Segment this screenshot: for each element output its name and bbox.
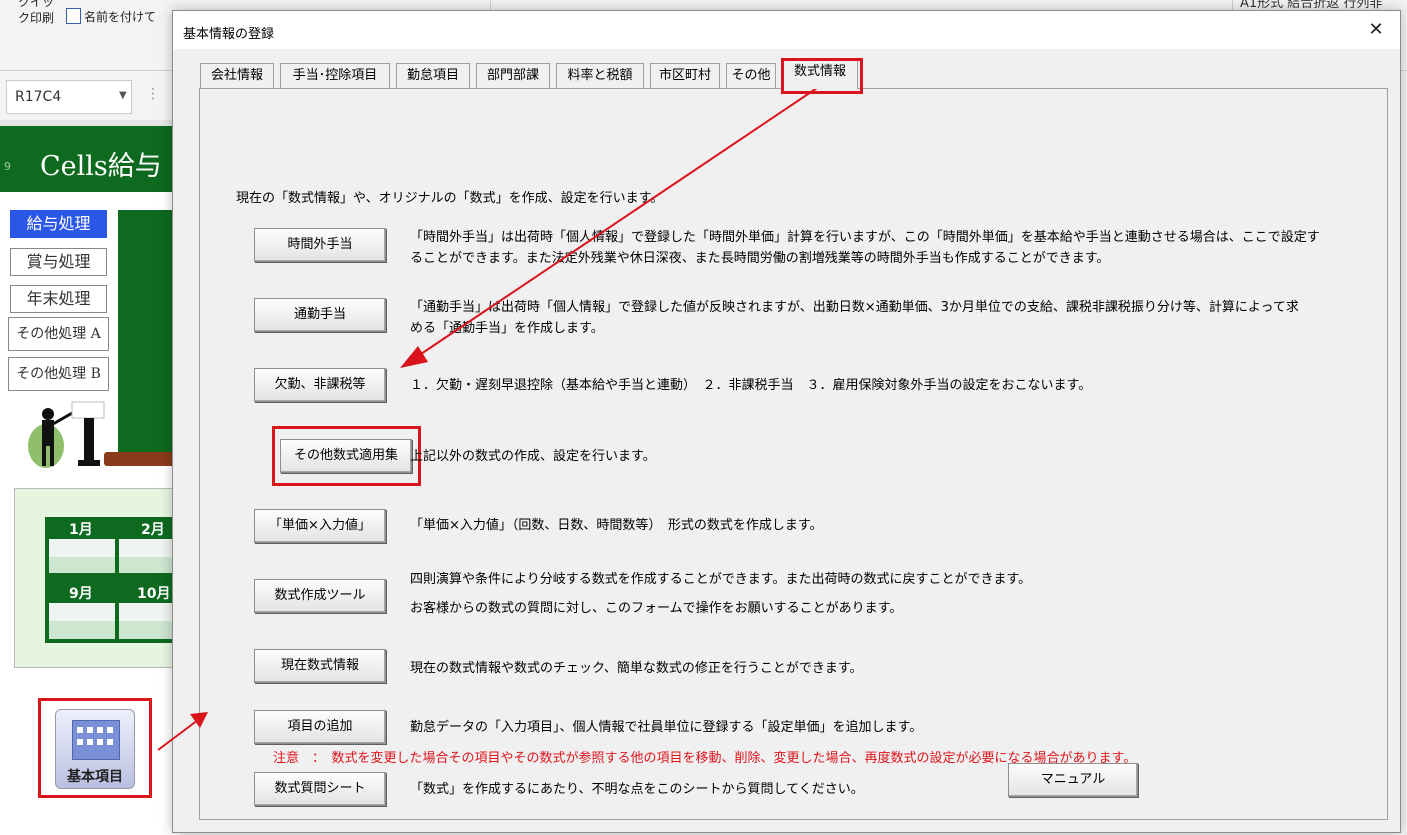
tab-other[interactable]: その他 <box>726 63 776 89</box>
menu-bonus-button[interactable]: 賞与処理 <box>10 248 107 276</box>
menu-other-a-button[interactable]: その他処理 A <box>8 317 109 351</box>
month-panel: 1月 2月 9月 10月 <box>14 488 183 668</box>
intro-text: 現在の「数式情報」や、オリジナルの「数式」を作成、設定を行います。 <box>236 191 664 206</box>
blurred-cell <box>49 621 115 639</box>
tab-rates-taxes[interactable]: 料率と税額 <box>556 63 644 89</box>
manual-button[interactable]: マニュアル <box>1008 763 1138 797</box>
dialog-title: 基本情報の登録 <box>183 27 275 42</box>
tab-department[interactable]: 部門部課 <box>476 63 550 89</box>
commute-allowance-button[interactable]: 通勤手当 <box>254 298 386 332</box>
overtime-description: 「時間外手当」は出荷時「個人情報」で登録した「時間外単価」計算を行いますが、この… <box>410 227 1320 269</box>
chalkboard-image <box>118 210 180 452</box>
description-line: 勤怠データの「入力項目」、個人情報で社員単位に登録する「設定単価」を追加します。 <box>410 720 923 735</box>
absence-description: １．欠勤・遅刻早退控除（基本給や手当と連動） ２．非課税手当 ３．雇用保険対象外… <box>410 375 1091 396</box>
description-line: 「通勤手当」は出荷時「個人情報」で登録した値が反映されますが、出勤日数×通勤単価… <box>410 300 1299 315</box>
close-icon[interactable]: ✕ <box>1362 17 1390 43</box>
save-as-label: 名前を付けて <box>84 10 157 24</box>
absence-nontaxable-button[interactable]: 欠勤、非課税等 <box>254 368 386 402</box>
menu-other-b-button[interactable]: その他処理 B <box>8 357 109 391</box>
month-label: 9月 <box>69 586 93 602</box>
description-line: 四則演算や条件により分岐する数式を作成することができます。また出荷時の数式に戻す… <box>410 572 1032 587</box>
save-icon <box>66 8 81 24</box>
dialog-titlebar: 基本情報の登録 ✕ <box>173 11 1400 49</box>
description-line: 「時間外手当」は出荷時「個人情報」で登録した「時間外単価」計算を行いますが、この… <box>410 230 1320 245</box>
sheet-header: 9 Cells給与 <box>0 126 180 192</box>
description-line: お客様からの数式の質問に対し、このフォームで操作をお願いすることがあります。 <box>410 601 903 616</box>
commute-description: 「通勤手当」は出荷時「個人情報」で登録した値が反映されますが、出勤日数×通勤単価… <box>410 297 1299 339</box>
other-formulas-button[interactable]: その他数式適用集 <box>280 439 412 473</box>
description-line: 上記以外の数式の作成、設定を行います。 <box>410 449 656 464</box>
caution-text: 注意 ： 数式を変更した場合その項目やその数式が参照する他の項目を移動、削除、変… <box>273 751 1137 766</box>
quick-print-button[interactable]: クイック印刷 <box>14 0 58 26</box>
description-line: 「単価×入力値」（回数、日数、時間数等） 形式の数式を作成します。 <box>410 518 823 533</box>
question-sheet-description: 「数式」を作成するにあたり、不明な点をこのシートから質問してください。 <box>410 779 864 800</box>
description-line: １．欠勤・遅刻早退控除（基本給や手当と連動） ２．非課税手当 ３．雇用保険対象外… <box>410 378 1092 393</box>
formula-tool-description: 四則演算や条件により分岐する数式を作成することができます。また出荷時の数式に戻す… <box>410 569 1031 619</box>
blurred-cell <box>49 539 115 557</box>
unit-price-description: 「単価×入力値」（回数、日数、時間数等） 形式の数式を作成します。 <box>410 515 823 536</box>
description-line: める「通勤手当」を作成します。 <box>410 321 604 336</box>
name-box-value: R17C4 <box>15 89 62 105</box>
month-label: 1月 <box>69 522 93 538</box>
blurred-cell <box>49 557 115 573</box>
description-line: 「数式」を作成するにあたり、不明な点をこのシートから質問してください。 <box>410 782 864 797</box>
save-as-button[interactable]: 名前を付けて <box>66 8 156 25</box>
month-grid: 1月 2月 9月 10月 <box>45 517 183 643</box>
current-formula-info-button[interactable]: 現在数式情報 <box>254 649 386 683</box>
more-icon: ⋮ <box>146 86 160 102</box>
month-label: 2月 <box>141 522 165 538</box>
name-box[interactable]: R17C4 ▼ <box>6 80 132 114</box>
presenter-icon <box>28 401 105 468</box>
highlight-box: 基本項目 <box>38 698 152 798</box>
description-line: 現在の数式情報や数式のチェック、簡単な数式の修正を行うことができます。 <box>410 661 863 676</box>
add-item-description: 勤怠データの「入力項目」、個人情報で社員単位に登録する「設定単価」を追加します。 <box>410 717 922 738</box>
row-number: 9 <box>4 160 11 173</box>
menu-yearend-button[interactable]: 年末処理 <box>10 285 107 313</box>
menu-payroll-button[interactable]: 給与処理 <box>10 210 107 238</box>
unit-price-input-button[interactable]: 「単価×入力値」 <box>254 509 386 543</box>
sheet-title: Cells給与 <box>40 151 162 182</box>
chalkboard-base <box>104 452 180 466</box>
worksheet: 9 Cells給与 給与処理 賞与処理 年末処理 その他処理 A その他処理 B… <box>0 126 183 835</box>
tab-attendance[interactable]: 勤怠項目 <box>396 63 470 89</box>
tab-municipality[interactable]: 市区町村 <box>650 63 720 89</box>
add-item-button[interactable]: 項目の追加 <box>254 710 386 744</box>
tab-allowance-deduction[interactable]: 手当･控除項目 <box>280 63 390 89</box>
tab-company-info[interactable]: 会社情報 <box>200 63 274 89</box>
dialog-window: 基本情報の登録 ✕ 会社情報 手当･控除項目 勤怠項目 部門部課 料率と税額 市… <box>172 10 1401 833</box>
month-label: 10月 <box>137 586 171 602</box>
formula-question-sheet-button[interactable]: 数式質問シート <box>254 772 386 806</box>
highlight-box <box>781 58 863 94</box>
other-formulas-description: 上記以外の数式の作成、設定を行います。 <box>410 446 656 467</box>
current-formula-description: 現在の数式情報や数式のチェック、簡単な数式の修正を行うことができます。 <box>410 658 863 679</box>
blurred-cell <box>49 603 115 621</box>
building-icon <box>72 720 120 760</box>
kihon-koumoku-label: 基本項目 <box>67 769 123 785</box>
kihon-koumoku-button[interactable]: 基本項目 <box>55 709 135 789</box>
tab-panel: 現在の「数式情報」や、オリジナルの「数式」を作成、設定を行います。 時間外手当 … <box>199 88 1388 820</box>
formula-tool-button[interactable]: 数式作成ツール <box>254 579 386 613</box>
description-line: ることができます。また法定外残業や休日深夜、また長時間労働の割増残業等の時間外手… <box>410 251 1110 266</box>
overtime-allowance-button[interactable]: 時間外手当 <box>254 228 386 262</box>
chevron-down-icon[interactable]: ▼ <box>119 90 127 101</box>
